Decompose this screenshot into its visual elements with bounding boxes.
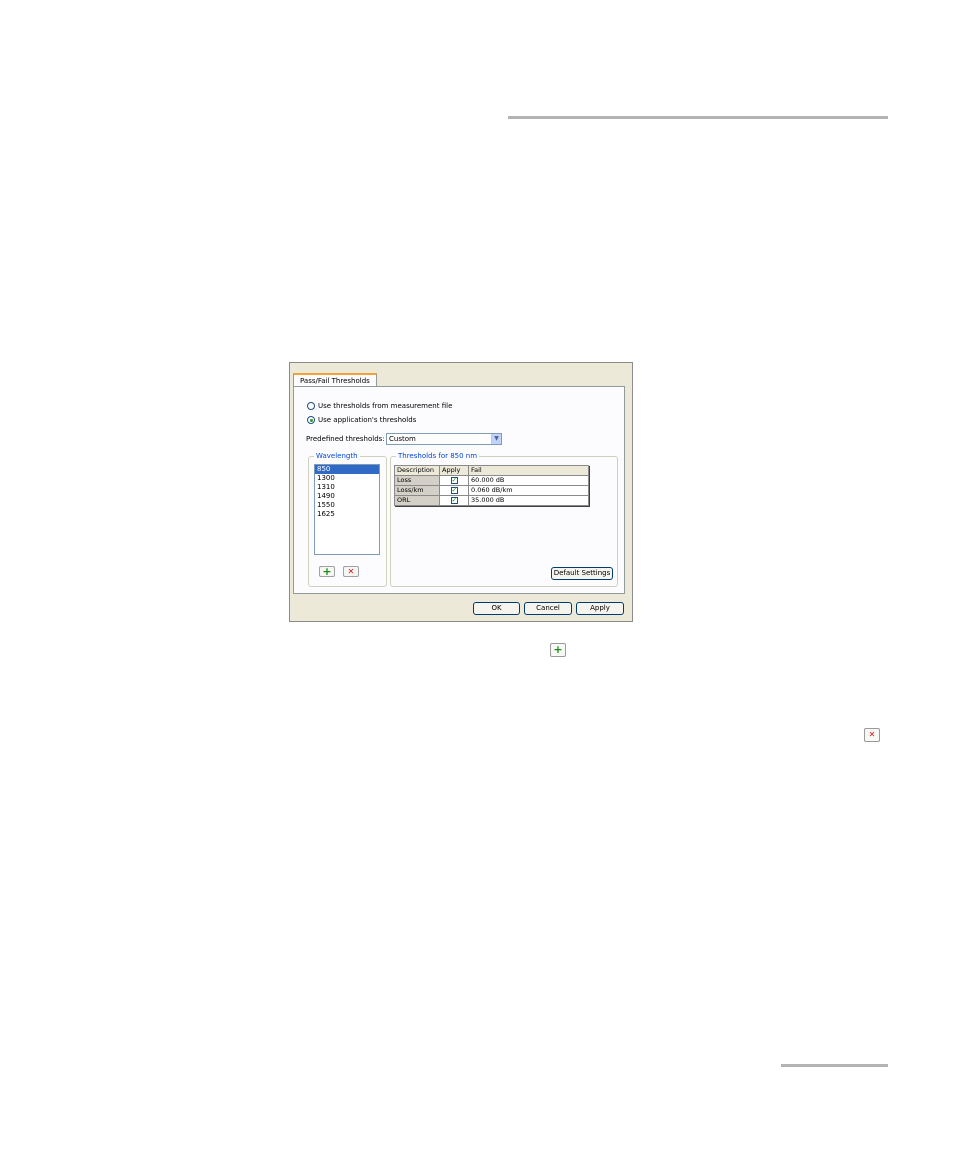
row-fail-value[interactable]: 0.060 dB/km <box>468 485 589 496</box>
header-fail[interactable]: Fail <box>468 465 589 476</box>
radio-application-label: Use application's thresholds <box>318 416 417 424</box>
row-description: Loss/km <box>394 485 440 496</box>
radio-button-off[interactable] <box>307 402 315 410</box>
delete-wavelength-button[interactable]: ✕ <box>343 566 359 577</box>
default-settings-button[interactable]: Default Settings <box>551 567 613 580</box>
table-header-row: Description Apply Fail <box>394 465 589 476</box>
checkbox-checked-icon[interactable]: ✓ <box>450 486 458 494</box>
x-icon: ✕ <box>347 566 355 576</box>
row-fail-value[interactable]: 60.000 dB <box>468 475 589 486</box>
row-apply-cell[interactable]: ✓ <box>439 475 469 486</box>
thresholds-group-title: Thresholds for 850 nm <box>396 452 480 461</box>
ok-button[interactable]: OK <box>473 602 520 615</box>
row-apply-cell[interactable]: ✓ <box>439 485 469 496</box>
table-row: Loss ✓ 60.000 dB <box>394 475 589 486</box>
table-row: ORL ✓ 35.000 dB <box>394 495 589 506</box>
list-item-1310[interactable]: 1310 <box>315 483 379 492</box>
table-row: Loss/km ✓ 0.060 dB/km <box>394 485 589 496</box>
radio-button-on[interactable] <box>307 416 315 424</box>
plus-icon: + <box>322 564 332 578</box>
checkbox-checked-icon[interactable]: ✓ <box>450 476 458 484</box>
wavelength-group-title: Wavelength <box>314 452 360 461</box>
predefined-thresholds-value: Custom <box>389 435 416 443</box>
plus-icon: + <box>553 643 563 656</box>
predefined-thresholds-label: Predefined thresholds: <box>306 435 385 443</box>
row-apply-cell[interactable]: ✓ <box>439 495 469 506</box>
apply-button[interactable]: Apply <box>576 602 624 615</box>
list-item-1490[interactable]: 1490 <box>315 492 379 501</box>
radio-measurement-file[interactable]: Use thresholds from measurement file <box>307 401 452 411</box>
x-icon: ✕ <box>868 730 876 739</box>
add-button-reference: + <box>550 643 566 657</box>
list-item-850[interactable]: 850 <box>315 465 379 474</box>
thresholds-group: Thresholds for 850 nm Description Apply … <box>390 452 618 587</box>
delete-button-reference: ✕ <box>864 728 880 742</box>
list-item-1550[interactable]: 1550 <box>315 501 379 510</box>
row-fail-value[interactable]: 35.000 dB <box>468 495 589 506</box>
header-rule <box>508 116 888 119</box>
footer-rule <box>781 1064 888 1067</box>
pass-fail-dialog: Pass/Fail Thresholds Use thresholds from… <box>289 362 633 622</box>
add-wavelength-button[interactable]: + <box>319 566 335 577</box>
list-item-1300[interactable]: 1300 <box>315 474 379 483</box>
wavelength-group: Wavelength 850 1300 1310 1490 1550 1625 … <box>308 452 387 587</box>
wavelength-list[interactable]: 850 1300 1310 1490 1550 1625 <box>314 464 380 555</box>
list-item-1625[interactable]: 1625 <box>315 510 379 519</box>
radio-measurement-file-label: Use thresholds from measurement file <box>318 402 453 410</box>
cancel-button[interactable]: Cancel <box>524 602 572 615</box>
predefined-thresholds-select[interactable]: Custom ▼ <box>386 433 502 445</box>
checkbox-checked-icon[interactable]: ✓ <box>450 496 458 504</box>
row-description: ORL <box>394 495 440 506</box>
chevron-down-icon[interactable]: ▼ <box>491 434 501 444</box>
thresholds-table: Description Apply Fail Loss ✓ 60.000 dB … <box>394 465 589 506</box>
tab-panel: Use thresholds from measurement file Use… <box>293 386 625 594</box>
radio-application-thresholds[interactable]: Use application's thresholds <box>307 415 416 425</box>
tab-pass-fail-thresholds[interactable]: Pass/Fail Thresholds <box>293 373 377 386</box>
header-apply[interactable]: Apply <box>439 465 469 476</box>
row-description: Loss <box>394 475 440 486</box>
header-description[interactable]: Description <box>394 465 440 476</box>
